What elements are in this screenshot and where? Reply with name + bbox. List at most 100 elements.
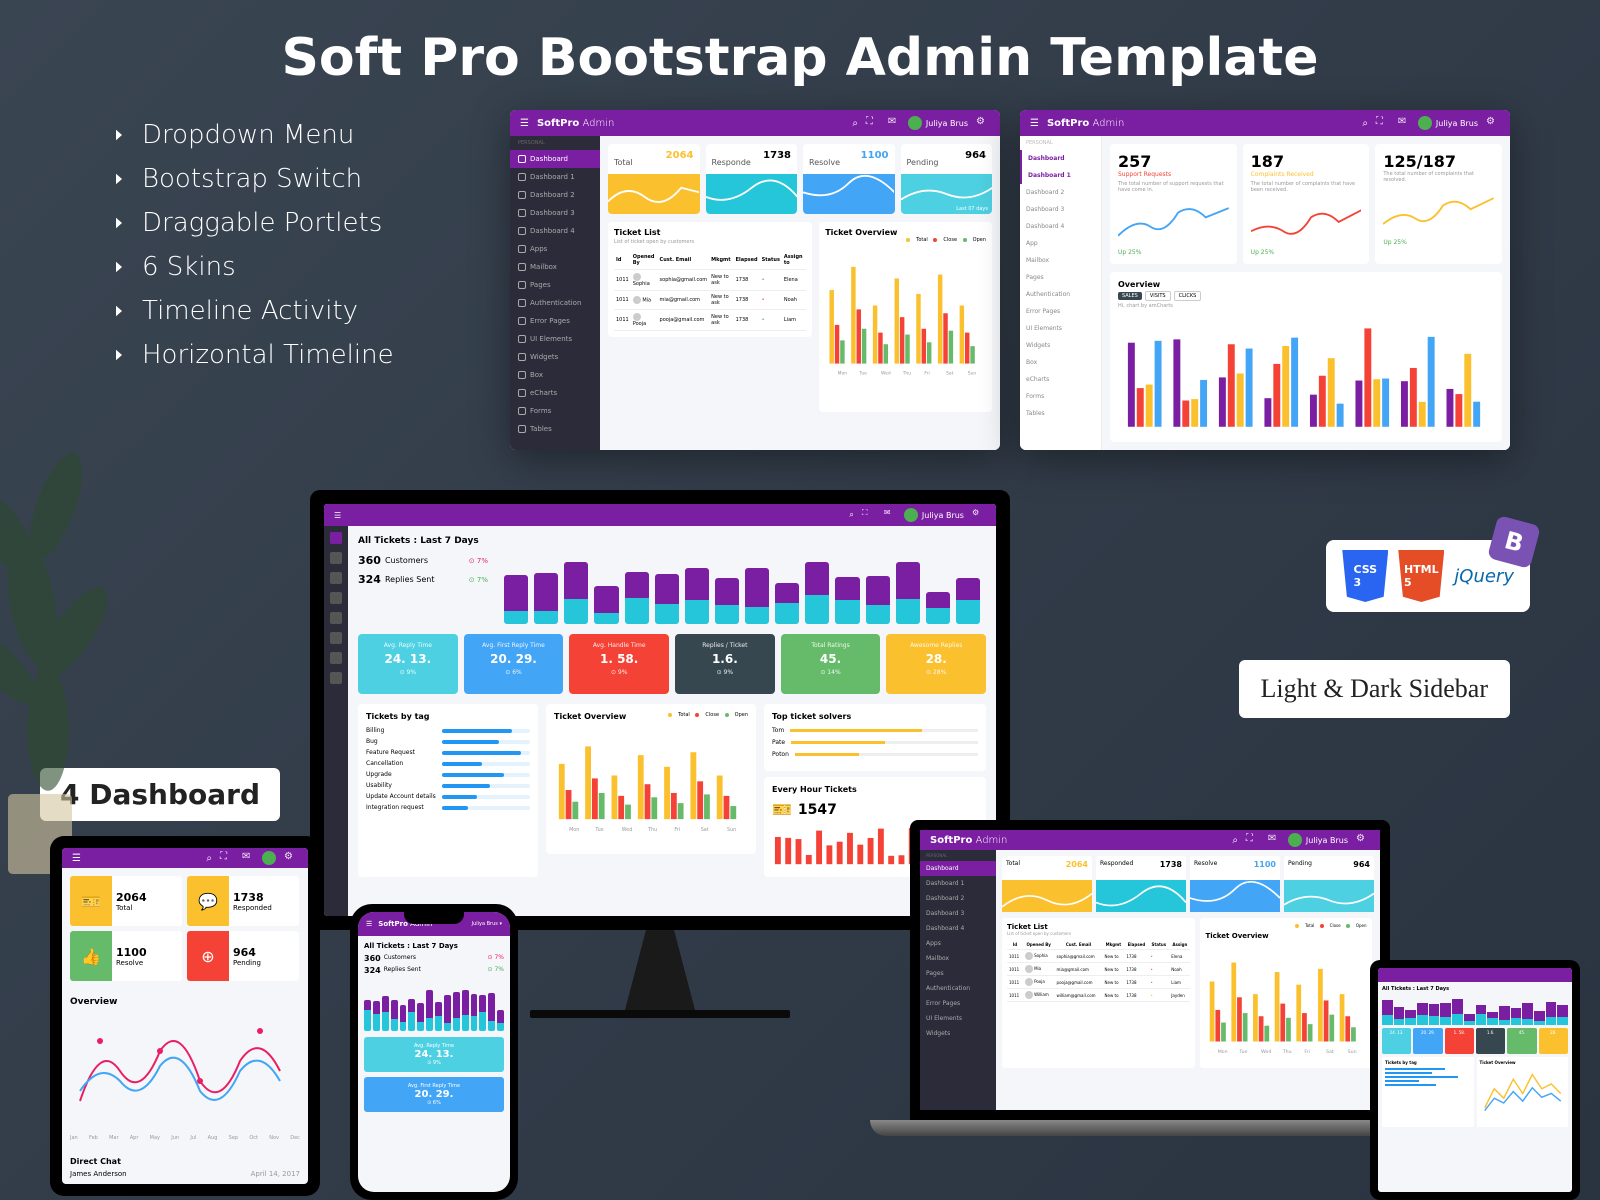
sidebar-item-dashboard[interactable]: Dashboard (1020, 150, 1101, 167)
sidebar-item[interactable]: Mailbox (1020, 252, 1101, 269)
sidebar-icon[interactable] (330, 532, 342, 544)
sidebar-item[interactable]: Widgets (920, 1026, 996, 1041)
sidebar-item[interactable]: Error Pages (1020, 303, 1101, 320)
metric-card[interactable]: Total Ratings45.⊙ 14% (781, 634, 881, 694)
sidebar-item[interactable]: Forms (1020, 388, 1101, 405)
stat-card[interactable]: Responded1738 (1096, 856, 1186, 912)
stat-card-resolve[interactable]: Resolve1100 (803, 144, 895, 214)
sidebar-item[interactable]: Dashboard 4 (1020, 218, 1101, 235)
sidebar-item[interactable]: UI Elements (1020, 320, 1101, 337)
stat-card[interactable]: 👍1100Resolve (70, 931, 182, 981)
sidebar-item[interactable]: Dashboard 1 (920, 876, 996, 891)
search-icon[interactable]: ⌕ (206, 853, 212, 864)
metric-card[interactable]: 1.6. (1476, 1028, 1505, 1054)
stat-card-pending[interactable]: Pending964Last 07 days (901, 144, 993, 214)
expand-icon[interactable]: ⛶ (220, 851, 234, 865)
metric-card[interactable]: 20. 29. (1413, 1028, 1442, 1054)
expand-icon[interactable]: ⛶ (862, 508, 876, 522)
sidebar-item[interactable]: Dashboard 2 (510, 186, 600, 204)
sidebar-icon[interactable] (330, 572, 342, 584)
sidebar-item[interactable]: Box (510, 366, 600, 384)
sidebar-item[interactable]: Widgets (510, 348, 600, 366)
search-icon[interactable]: ⌕ (852, 118, 858, 129)
sidebar-item[interactable]: Widgets (1020, 337, 1101, 354)
sidebar-item[interactable]: Authentication (510, 294, 600, 312)
sidebar-icon[interactable] (330, 652, 342, 664)
sidebar-item[interactable]: Mailbox (510, 258, 600, 276)
sidebar-item[interactable]: Dashboard 3 (510, 204, 600, 222)
metric-card[interactable]: Avg. First Reply Time20. 29.⊙ 6% (364, 1077, 504, 1112)
table-row[interactable]: 1011 Sophiasophia@gmail.comNew to1738•El… (1007, 950, 1190, 963)
table-row[interactable]: 1011 Sophiasophia@gmail.comNew to ask173… (614, 270, 806, 291)
sidebar-item[interactable]: Error Pages (510, 312, 600, 330)
gear-icon[interactable]: ⚙ (284, 851, 298, 865)
sidebar-item[interactable]: Tables (1020, 405, 1101, 422)
metric-card[interactable]: Avg. Reply Time24. 13.⊙ 9% (358, 634, 458, 694)
sidebar-item[interactable]: Box (1020, 354, 1101, 371)
metric-card[interactable]: 28. (1539, 1028, 1568, 1054)
user-name[interactable]: Juliya Brus (922, 511, 964, 520)
menu-icon[interactable]: ☰ (366, 920, 372, 928)
sidebar-item[interactable]: Dashboard 4 (510, 222, 600, 240)
sidebar-icon[interactable] (330, 632, 342, 644)
mail-icon[interactable]: ✉ (242, 851, 256, 865)
gear-icon[interactable]: ⚙ (1356, 833, 1370, 847)
sidebar-item[interactable]: Forms (510, 402, 600, 420)
search-icon[interactable]: ⌕ (849, 510, 853, 520)
stat-card[interactable]: Resolve1100 (1190, 856, 1280, 912)
metric-card[interactable]: Avg. First Reply Time20. 29.⊙ 6% (464, 634, 564, 694)
stat-card-total[interactable]: Total2064 (608, 144, 700, 214)
expand-icon[interactable]: ⛶ (1246, 833, 1260, 847)
sidebar-item[interactable]: Tables (510, 420, 600, 438)
stat-card[interactable]: Pending964 (1284, 856, 1374, 912)
sidebar-item[interactable]: Dashboard 4 (920, 921, 996, 936)
mail-icon[interactable]: ✉ (1398, 116, 1412, 130)
sidebar-icon[interactable] (330, 592, 342, 604)
sidebar-item[interactable]: eCharts (1020, 371, 1101, 388)
menu-icon[interactable]: ☰ (520, 118, 529, 129)
table-row[interactable]: 1011 Poojapooja@gmail.comNew to1738•Liam (1007, 976, 1190, 989)
sidebar-item[interactable]: Dashboard 3 (920, 906, 996, 921)
avatar[interactable] (904, 508, 918, 522)
stat-card[interactable]: 🎫2064Total (70, 876, 182, 926)
gear-icon[interactable]: ⚙ (1486, 116, 1500, 130)
metric-card[interactable]: 45. (1507, 1028, 1536, 1054)
sidebar-item[interactable]: Pages (920, 966, 996, 981)
expand-icon[interactable]: ⛶ (866, 116, 880, 130)
sidebar-item[interactable]: Dashboard 3 (1020, 201, 1101, 218)
stat-card[interactable]: 💬1738Responded (187, 876, 299, 926)
metric-card[interactable]: 187 Complaints Received The total number… (1243, 144, 1370, 264)
sidebar-item[interactable]: eCharts (510, 384, 600, 402)
avatar[interactable] (262, 851, 276, 865)
sidebar-item[interactable]: Mailbox (920, 951, 996, 966)
search-icon[interactable]: ⌕ (1232, 835, 1238, 846)
metric-card[interactable]: 257 Support Requests The total number of… (1110, 144, 1237, 264)
sidebar-icon[interactable] (330, 552, 342, 564)
menu-icon[interactable]: ☰ (334, 511, 341, 520)
stat-card[interactable]: ⊕964Pending (187, 931, 299, 981)
search-icon[interactable]: ⌕ (1362, 118, 1368, 129)
user-name[interactable]: Juliya Brus (926, 119, 968, 128)
table-row[interactable]: 1011 Miamia@gmail.comNew to1738•Noah (1007, 963, 1190, 976)
table-row[interactable]: 1011 Miamia@gmail.comNew to ask1738•Noah (614, 291, 806, 310)
sidebar-item[interactable]: Dashboard 2 (920, 891, 996, 906)
table-row[interactable]: 1011 Williamwilliam@gmail.comNew to1738•… (1007, 989, 1190, 1002)
metric-card[interactable]: Avg. Reply Time24. 13.⊙ 9% (364, 1037, 504, 1072)
metric-card[interactable]: 1. 58. (1445, 1028, 1474, 1054)
sidebar-item[interactable]: Error Pages (920, 996, 996, 1011)
sidebar-item[interactable]: Pages (1020, 269, 1101, 286)
sidebar-item-dashboard[interactable]: Dashboard (510, 150, 600, 168)
sidebar-icon[interactable] (330, 672, 342, 684)
avatar[interactable] (908, 116, 922, 130)
sidebar-item[interactable]: Dashboard 2 (1020, 184, 1101, 201)
metric-card[interactable]: Replies / Ticket1.6.⊙ 9% (675, 634, 775, 694)
sidebar-item[interactable]: App (1020, 235, 1101, 252)
stat-card-responded[interactable]: Responde1738 (706, 144, 798, 214)
sidebar-item[interactable]: Apps (920, 936, 996, 951)
menu-icon[interactable]: ☰ (1030, 118, 1039, 129)
sidebar-item[interactable]: UI Elements (510, 330, 600, 348)
mail-icon[interactable]: ✉ (888, 116, 902, 130)
gear-icon[interactable]: ⚙ (972, 508, 986, 522)
expand-icon[interactable]: ⛶ (1376, 116, 1390, 130)
stat-card[interactable]: Total2064 (1002, 856, 1092, 912)
